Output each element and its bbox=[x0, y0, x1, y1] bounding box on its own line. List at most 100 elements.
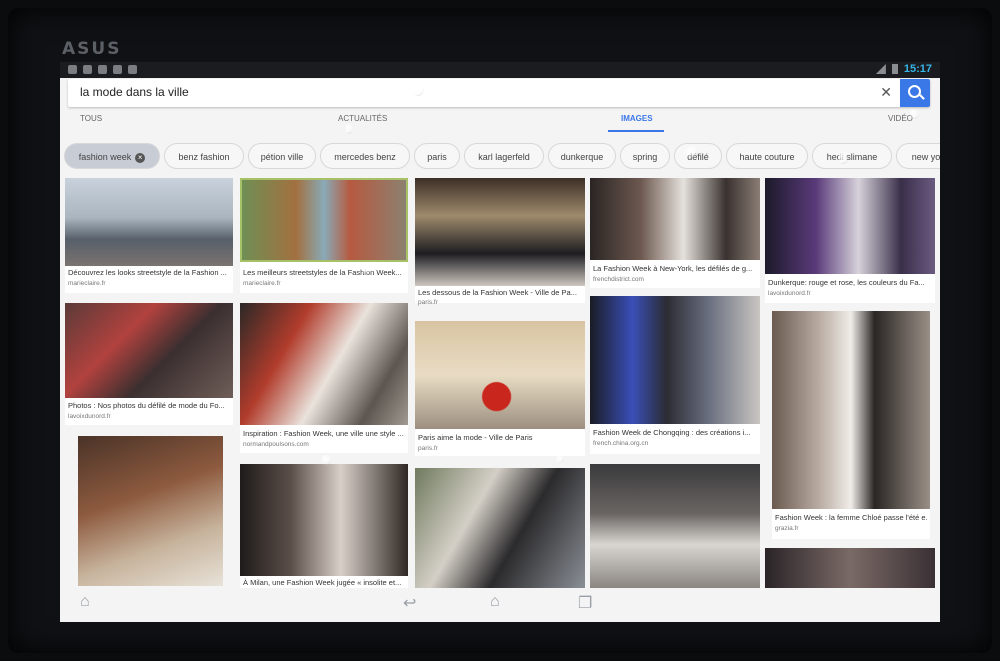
notification-icon bbox=[68, 65, 77, 74]
menu-icon[interactable]: ⌂ bbox=[80, 593, 90, 611]
tab-video[interactable]: VIDÉO bbox=[888, 114, 913, 123]
result-source: grazia.fr bbox=[775, 525, 799, 532]
result-source: paris.fr bbox=[418, 445, 438, 452]
image-result[interactable]: Paris aime la mode - Ville de Paris pari… bbox=[415, 321, 585, 456]
tab-images[interactable]: IMAGES bbox=[621, 114, 653, 123]
result-thumbnail bbox=[415, 321, 585, 429]
chip[interactable]: paris bbox=[414, 143, 460, 169]
result-thumbnail bbox=[415, 178, 585, 286]
image-result[interactable] bbox=[415, 468, 585, 588]
image-result[interactable]: Les dessous de la Fashion Week - Ville d… bbox=[415, 178, 585, 306]
result-caption: Fashion Week : la femme Chloé passe l'ét… bbox=[775, 513, 927, 522]
image-result[interactable] bbox=[78, 436, 223, 586]
remove-chip-icon[interactable]: × bbox=[135, 152, 146, 163]
result-source: marieclaire.fr bbox=[243, 280, 281, 287]
chip[interactable]: benz fashion bbox=[164, 143, 244, 169]
result-caption: Dunkerque: rouge et rose, les couleurs d… bbox=[768, 278, 925, 287]
result-caption: Paris aime la mode - Ville de Paris bbox=[418, 433, 533, 442]
result-thumbnail bbox=[415, 468, 585, 588]
image-result[interactable]: Les meilleurs streetstyles de la Fashion… bbox=[240, 178, 408, 293]
water-droplet bbox=[838, 152, 848, 164]
home-icon[interactable]: ⌂ bbox=[490, 593, 500, 611]
result-source: french.china.org.cn bbox=[593, 440, 649, 447]
water-droplet bbox=[556, 455, 564, 463]
water-droplet bbox=[686, 146, 698, 158]
notification-icon bbox=[83, 65, 92, 74]
water-droplet bbox=[362, 263, 372, 275]
close-icon[interactable]: ✕ bbox=[880, 84, 892, 101]
chip[interactable]: pétion ville bbox=[248, 143, 316, 169]
result-thumbnail bbox=[590, 178, 760, 260]
result-caption: Les meilleurs streetstyles de la Fashion… bbox=[243, 268, 402, 277]
active-tab-indicator bbox=[608, 130, 664, 132]
chip[interactable]: karl lagerfeld bbox=[464, 143, 544, 169]
result-thumbnail bbox=[65, 178, 233, 266]
image-result[interactable]: Fashion Week de Chongqing : des création… bbox=[590, 296, 760, 454]
result-thumbnail bbox=[65, 303, 233, 398]
result-caption: Photos : Nos photos du défilé de mode du… bbox=[68, 401, 225, 410]
related-chips: fashion week × benz fashion pétion ville … bbox=[60, 141, 940, 173]
tab-actualites[interactable]: ACTUALITÉS bbox=[338, 114, 387, 123]
tab-tous[interactable]: TOUS bbox=[80, 114, 102, 123]
notification-icon bbox=[128, 65, 137, 74]
notification-icon bbox=[113, 65, 122, 74]
result-thumbnail bbox=[240, 464, 408, 576]
chip[interactable]: spring bbox=[620, 143, 670, 169]
search-bar[interactable]: la mode dans la ville ✕ bbox=[68, 79, 930, 107]
water-droplet bbox=[345, 124, 353, 134]
result-thumbnail bbox=[240, 178, 408, 262]
search-input[interactable]: la mode dans la ville bbox=[80, 85, 189, 99]
android-nav-bar: ⌂ ↩ ⌂ ❐ bbox=[60, 585, 940, 623]
water-droplet bbox=[322, 455, 331, 465]
result-source: normandpoulsons.com bbox=[243, 441, 309, 448]
search-icon-handle bbox=[919, 94, 925, 100]
image-result[interactable]: Dunkerque: rouge et rose, les couleurs d… bbox=[765, 178, 935, 303]
image-result[interactable]: Fashion Week : la femme Chloé passe l'ét… bbox=[772, 311, 930, 539]
chip[interactable]: new yo bbox=[896, 143, 940, 169]
screen: 15:17 la mode dans la ville ✕ TOUS ACTUA… bbox=[60, 62, 940, 622]
image-result[interactable]: À Milan, une Fashion Week jugée « insoli… bbox=[240, 464, 408, 588]
water-droplet bbox=[412, 82, 424, 96]
image-result[interactable]: La Fashion Week à New-York, les défilés … bbox=[590, 178, 760, 288]
image-results: Découvrez les looks streetstyle de la Fa… bbox=[60, 178, 940, 622]
result-thumbnail bbox=[590, 464, 760, 588]
chip[interactable]: dunkerque bbox=[548, 143, 616, 169]
result-source: frenchdistrict.com bbox=[593, 276, 644, 283]
status-bar: 15:17 bbox=[60, 62, 940, 78]
chip-label: fashion week bbox=[78, 152, 132, 162]
result-caption: Inspiration : Fashion Week, une ville un… bbox=[243, 429, 404, 438]
image-result[interactable] bbox=[765, 548, 935, 588]
result-thumbnail bbox=[78, 436, 223, 586]
result-source: paris.fr bbox=[418, 299, 438, 306]
search-button[interactable] bbox=[900, 79, 930, 107]
chip-fashion-week[interactable]: fashion week × bbox=[64, 143, 160, 169]
status-right: 15:17 bbox=[875, 63, 932, 75]
notification-icon bbox=[98, 65, 107, 74]
chip[interactable]: haute couture bbox=[726, 143, 808, 169]
result-caption: Les dessous de la Fashion Week - Ville d… bbox=[418, 288, 577, 297]
result-thumbnail bbox=[590, 296, 760, 424]
result-thumbnail bbox=[240, 303, 408, 425]
chip[interactable]: hedi slimane bbox=[812, 143, 892, 169]
result-thumbnail bbox=[765, 178, 935, 274]
battery-icon bbox=[891, 64, 898, 74]
clock: 15:17 bbox=[903, 63, 932, 75]
result-thumbnail bbox=[765, 548, 935, 588]
result-source: marieclaire.fr bbox=[68, 280, 106, 287]
result-caption: Fashion Week de Chongqing : des création… bbox=[593, 428, 751, 437]
device-logo: ASUS bbox=[62, 39, 122, 59]
recents-icon[interactable]: ❐ bbox=[578, 593, 592, 613]
result-source: lavoixdunord.fr bbox=[768, 290, 811, 297]
back-icon[interactable]: ↩ bbox=[403, 593, 416, 613]
image-result[interactable] bbox=[590, 464, 760, 588]
result-source: lavoixdunord.fr bbox=[68, 413, 111, 420]
result-thumbnail bbox=[772, 311, 930, 509]
image-result[interactable]: Inspiration : Fashion Week, une ville un… bbox=[240, 303, 408, 453]
chip[interactable]: défilé bbox=[674, 143, 722, 169]
image-result[interactable]: Photos : Nos photos du défilé de mode du… bbox=[65, 303, 233, 425]
chip[interactable]: mercedes benz bbox=[320, 143, 410, 169]
signal-icon bbox=[875, 64, 886, 74]
result-caption: La Fashion Week à New-York, les défilés … bbox=[593, 264, 753, 273]
result-caption: Découvrez les looks streetstyle de la Fa… bbox=[68, 268, 227, 277]
image-result[interactable]: Découvrez les looks streetstyle de la Fa… bbox=[65, 178, 233, 293]
